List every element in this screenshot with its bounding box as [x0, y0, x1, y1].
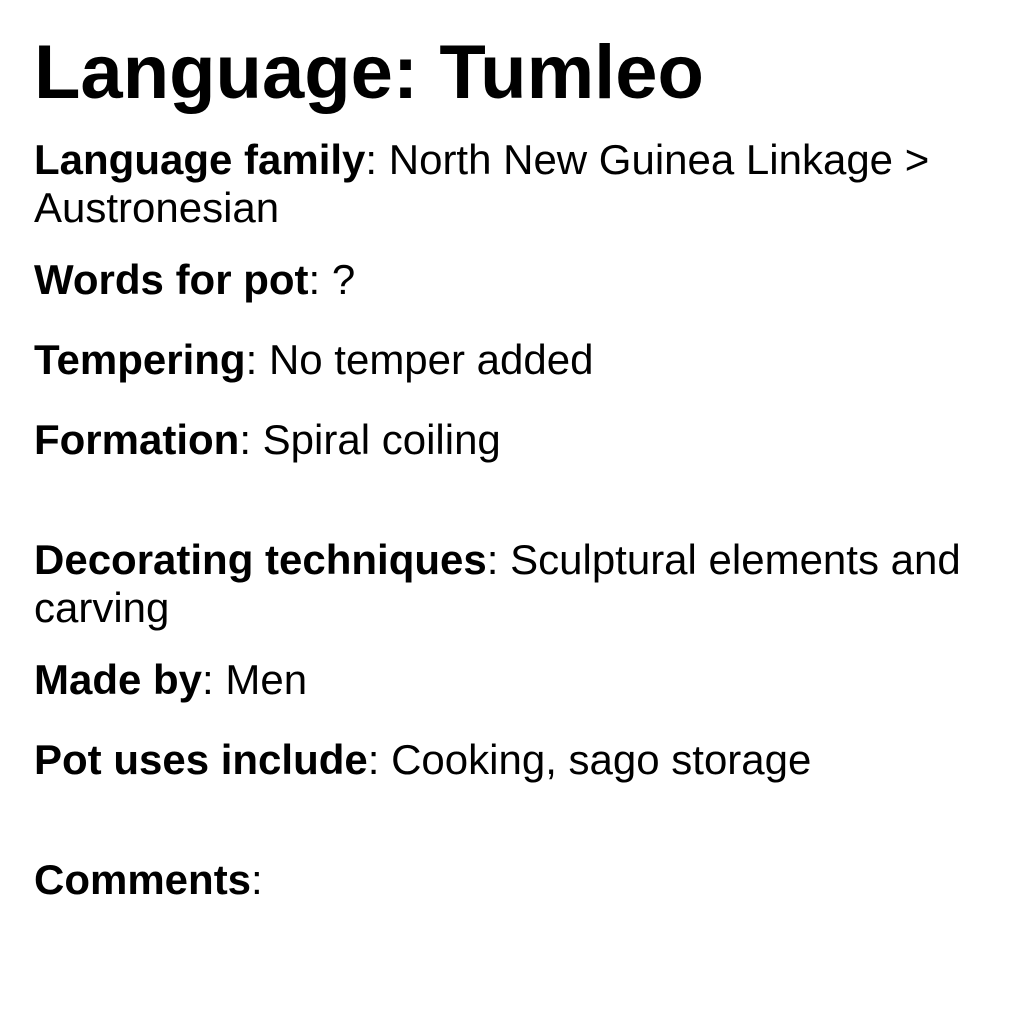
- language-family-label: Language family: [34, 136, 366, 183]
- made-by-value: Men: [225, 656, 308, 703]
- formation-row: Formation: Spiral coiling: [34, 416, 501, 463]
- language-label: Language: [34, 30, 393, 115]
- formation-value: Spiral coiling: [262, 416, 501, 463]
- comments-label: Comments: [34, 856, 252, 903]
- tempering-row: Tempering: No temper added: [34, 336, 594, 383]
- tempering-value: No temper added: [268, 336, 594, 383]
- decorating-techniques-row: Decorating techniques: Sculptural elemen…: [34, 536, 961, 631]
- words-for-pot-row: Words for pot: ?: [34, 256, 356, 303]
- words-for-pot-value: ?: [331, 256, 356, 303]
- pot-uses-label: Pot uses include: [34, 736, 368, 783]
- formation-label: Formation: [34, 416, 240, 463]
- made-by-label: Made by: [34, 656, 203, 703]
- language-heading: Language: Tumleo: [34, 30, 704, 115]
- pot-uses-row: Pot uses include: Cooking, sago storage: [34, 736, 812, 783]
- words-for-pot-label: Words for pot: [34, 256, 309, 303]
- language-value: Tumleo: [439, 30, 704, 115]
- tempering-label: Tempering: [34, 336, 246, 383]
- language-family-row: Language family: North New Guinea Linkag…: [34, 136, 930, 231]
- pot-uses-value: Cooking, sago storage: [391, 736, 812, 783]
- decorating-techniques-label: Decorating techniques: [34, 536, 487, 583]
- made-by-row: Made by: Men: [34, 656, 308, 703]
- comments-row: Comments:: [34, 856, 263, 903]
